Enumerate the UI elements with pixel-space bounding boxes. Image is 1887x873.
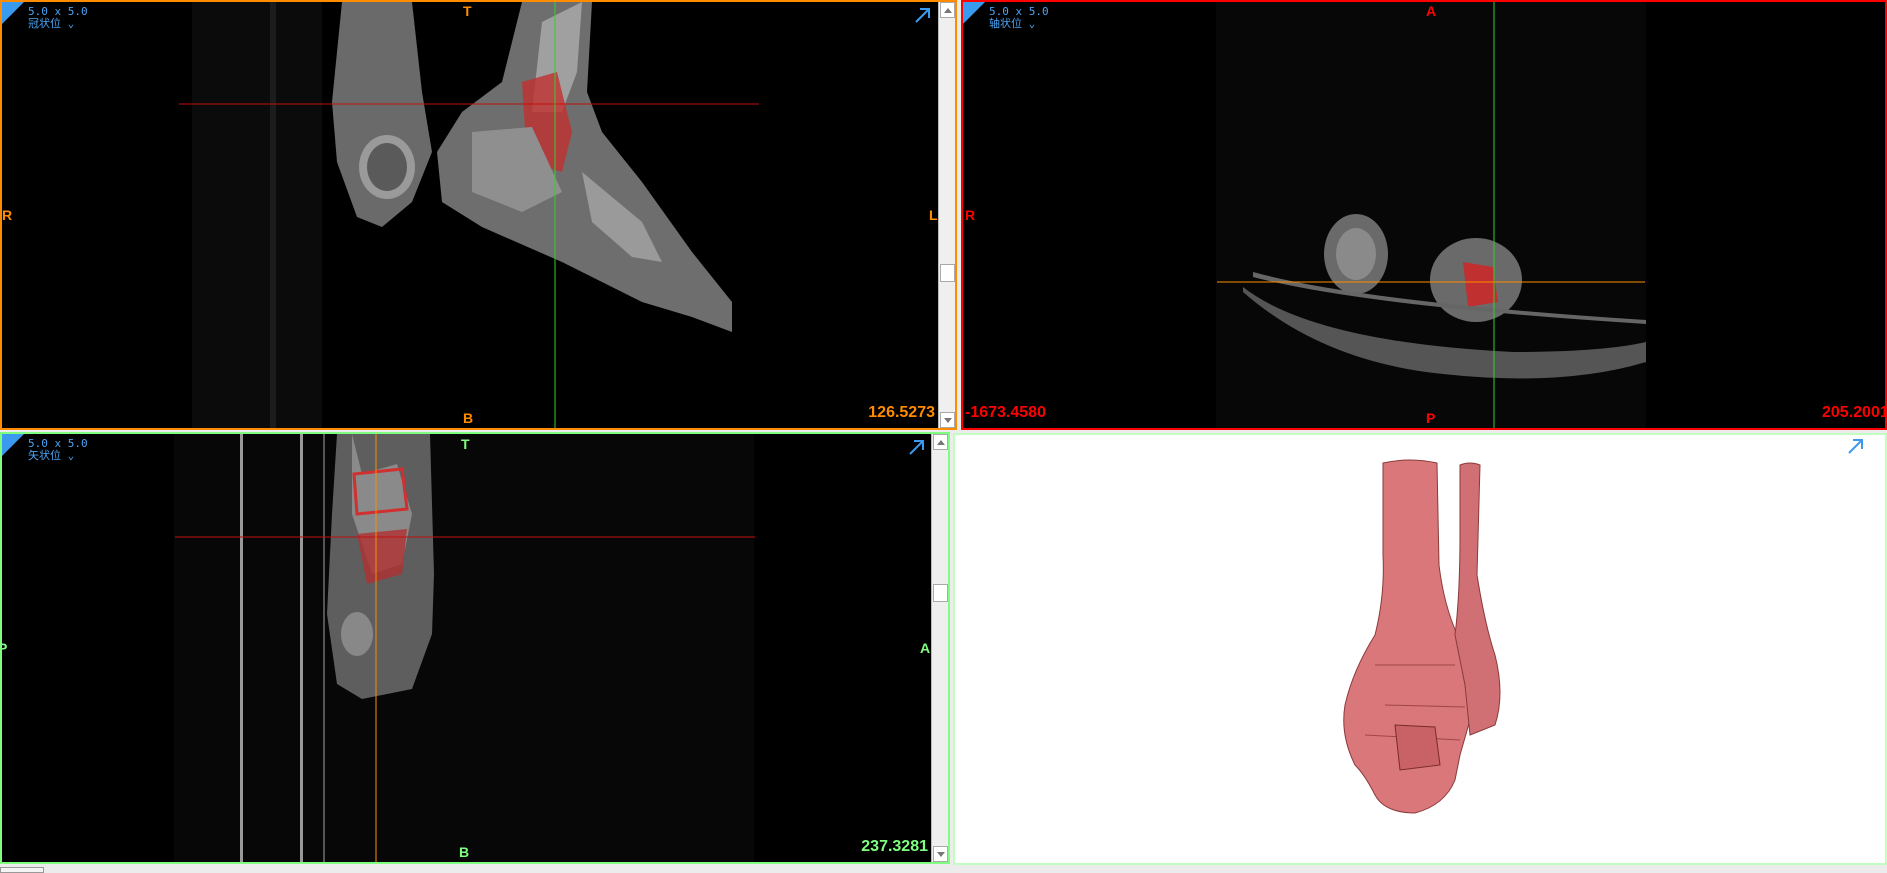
scroll-thumb[interactable] bbox=[933, 584, 948, 602]
orientation-left: R bbox=[965, 207, 976, 223]
scroll-up-button[interactable] bbox=[940, 2, 955, 18]
maximize-arrow-icon[interactable] bbox=[1847, 437, 1865, 455]
orientation-bottom: P bbox=[1426, 410, 1436, 426]
maximize-arrow-icon[interactable] bbox=[908, 438, 926, 456]
3d-view[interactable] bbox=[953, 433, 1887, 865]
orientation-right: L bbox=[929, 207, 938, 223]
scroll-thumb[interactable] bbox=[940, 264, 955, 282]
view-corner-marker bbox=[2, 2, 24, 24]
plane-selector[interactable]: 轴状位 ⌄ bbox=[989, 18, 1049, 30]
slice-position-value: 205.2001 bbox=[1822, 404, 1887, 421]
orientation-top: T bbox=[463, 3, 472, 19]
slice-position-value: 126.5273 bbox=[868, 404, 935, 421]
orientation-left: R bbox=[2, 207, 13, 223]
orientation-bottom: B bbox=[463, 410, 474, 426]
view-corner-marker bbox=[963, 2, 985, 24]
window-value: -1673.4580 bbox=[965, 404, 1046, 421]
scroll-down-button[interactable] bbox=[940, 412, 955, 428]
orientation-right: A bbox=[920, 640, 931, 656]
chevron-down-icon: ⌄ bbox=[67, 449, 75, 462]
axial-ct-image bbox=[1216, 2, 1646, 428]
coronal-ct-image bbox=[179, 2, 759, 428]
sagittal-scrollbar[interactable] bbox=[931, 434, 948, 862]
slice-position-value: 237.3281 bbox=[861, 838, 928, 855]
3d-bone-rendering bbox=[1343, 459, 1501, 814]
chevron-down-icon: ⌄ bbox=[1028, 17, 1036, 30]
coronal-view[interactable]: 5.0 x 5.0 冠状位 ⌄ T B R L 126.5273 bbox=[0, 0, 957, 430]
plane-selector[interactable]: 冠状位 ⌄ bbox=[28, 18, 88, 30]
view-info: 5.0 x 5.0 冠状位 ⌄ bbox=[28, 6, 88, 30]
orientation-bottom: B bbox=[459, 844, 470, 860]
sagittal-view[interactable]: 5.0 x 5.0 矢状位 ⌄ T B P A 237.3281 bbox=[0, 432, 950, 864]
chevron-down-icon: ⌄ bbox=[67, 17, 75, 30]
orientation-left: P bbox=[2, 640, 7, 656]
view-info: 5.0 x 5.0 矢状位 ⌄ bbox=[28, 438, 88, 462]
coronal-scrollbar[interactable] bbox=[938, 2, 955, 428]
axial-view[interactable]: 5.0 x 5.0 轴状位 ⌄ A P R -1673.4580 205.200… bbox=[961, 0, 1887, 430]
maximize-arrow-icon[interactable] bbox=[914, 6, 932, 24]
orientation-top: T bbox=[461, 436, 470, 452]
view-corner-marker bbox=[2, 434, 24, 456]
plane-selector[interactable]: 矢状位 ⌄ bbox=[28, 450, 88, 462]
scroll-up-button[interactable] bbox=[933, 434, 948, 450]
scroll-down-button[interactable] bbox=[933, 846, 948, 862]
bottom-tab[interactable] bbox=[0, 867, 44, 873]
sagittal-ct-image bbox=[174, 434, 755, 862]
orientation-top: A bbox=[1426, 3, 1437, 19]
view-info: 5.0 x 5.0 轴状位 ⌄ bbox=[989, 6, 1049, 30]
